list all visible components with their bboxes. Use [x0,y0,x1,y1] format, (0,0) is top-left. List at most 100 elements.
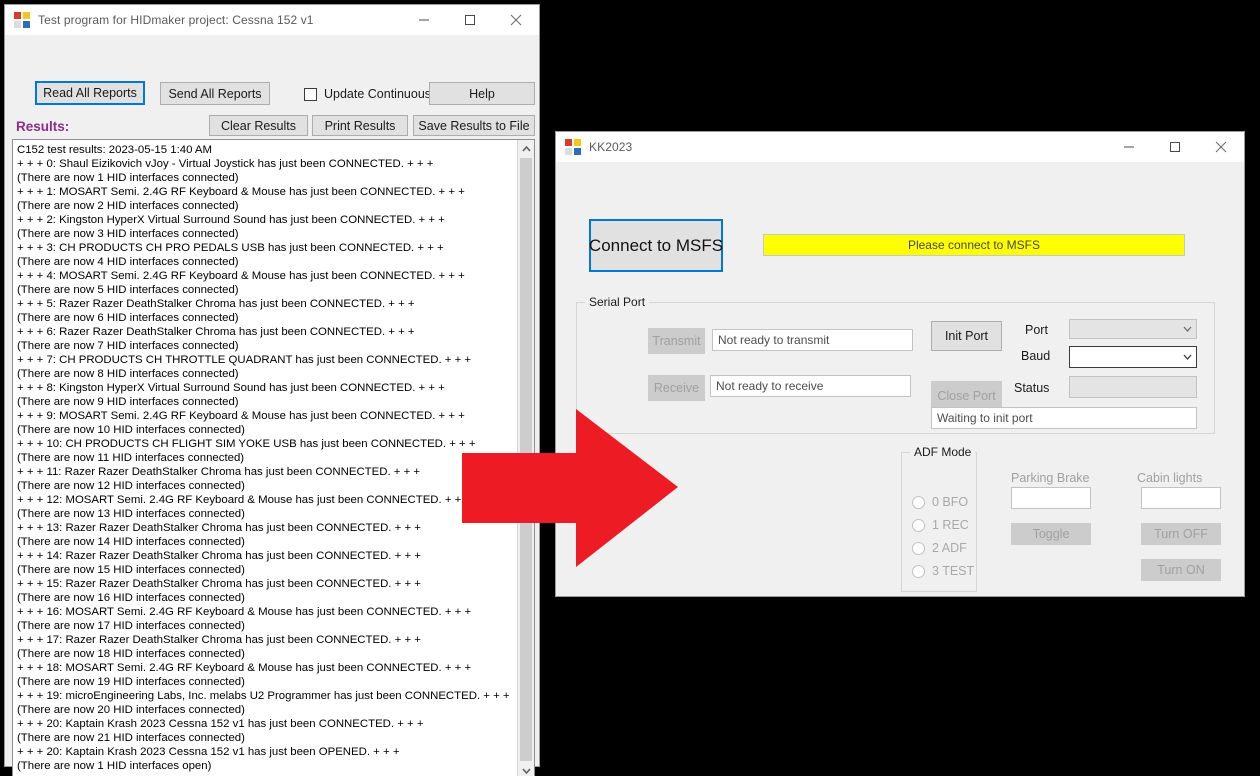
cabin-lights-turn-on-button[interactable]: Turn ON [1141,559,1221,581]
parking-brake-toggle-button[interactable]: Toggle [1011,523,1091,545]
hidmaker-window: Test program for HIDmaker project: Cessn… [4,4,540,776]
minimize-icon[interactable] [401,5,447,35]
chevron-down-icon [1178,354,1196,360]
results-line: (There are now 12 HID interfaces connect… [17,480,245,492]
red-right-arrow [462,409,678,567]
transmit-status-field[interactable]: Not ready to transmit [712,329,913,351]
results-line: (There are now 2 HID interfaces connecte… [17,200,239,212]
hidmaker-titlebar[interactable]: Test program for HIDmaker project: Cessn… [5,5,539,35]
results-line: + + + 2: Kingston HyperX Virtual Surroun… [17,214,445,226]
results-line: + + + 5: Razer Razer DeathStalker Chroma… [17,298,415,310]
results-line: + + + 13: Razer Razer DeathStalker Chrom… [17,522,421,534]
chevron-up-icon[interactable] [518,140,534,157]
send-all-reports-button[interactable]: Send All Reports [160,82,270,105]
port-label: Port [1025,323,1048,337]
results-line: + + + 15: Razer Razer DeathStalker Chrom… [17,578,421,590]
results-line: (There are now 14 HID interfaces connect… [17,536,245,548]
close-icon[interactable] [493,5,539,35]
results-line: (There are now 5 HID interfaces connecte… [17,284,239,296]
results-line: + + + 8: Kingston HyperX Virtual Surroun… [17,382,445,394]
results-line: + + + 9: MOSART Semi. 2.4G RF Keyboard &… [17,410,465,422]
results-line: (There are now 11 HID interfaces connect… [17,452,245,464]
results-line: + + + 7: CH PRODUCTS CH THROTTLE QUADRAN… [17,354,472,366]
results-line: (There are now 10 HID interfaces connect… [17,424,245,436]
results-line: C152 test results: 2023-05-15 1:40 AM [17,144,213,156]
maximize-icon[interactable] [447,5,493,35]
results-line: (There are now 4 HID interfaces connecte… [17,256,239,268]
port-select[interactable] [1069,319,1197,339]
cabin-lights-label: Cabin lights [1137,471,1203,485]
adf-mode-option-2-adf[interactable]: 2 ADF [912,541,967,555]
receive-button[interactable]: Receive [648,375,705,401]
status-label: Status [1014,381,1050,395]
results-line: (There are now 6 HID interfaces connecte… [17,312,239,324]
radio-dot [912,495,925,509]
adf-mode-group: ADF Mode 0 BFO 1 REC 2 ADF 3 TEST [901,445,977,592]
parking-brake-field [1011,487,1091,509]
help-button[interactable]: Help [429,82,535,105]
chevron-down-icon [1178,326,1196,332]
adf-mode-option-3-test[interactable]: 3 TEST [912,564,974,578]
results-line: + + + 6: Razer Razer DeathStalker Chroma… [17,326,415,338]
read-all-reports-button[interactable]: Read All Reports [35,81,145,105]
radio-dot [912,518,925,532]
results-line: (There are now 16 HID interfaces connect… [17,592,245,604]
cabin-lights-turn-off-button[interactable]: Turn OFF [1141,523,1221,545]
window-title: KK2023 [589,140,633,154]
window-title: Test program for HIDmaker project: Cessn… [38,13,314,27]
results-line: + + + 10: CH PRODUCTS CH FLIGHT SIM YOKE… [17,438,476,450]
results-line: + + + 0: Shaul Eizikovich vJoy - Virtual… [17,158,434,170]
adf-mode-option-label: 2 ADF [932,541,967,555]
results-line: + + + 20: Kaptain Krash 2023 Cessna 152 … [17,746,400,758]
results-line: + + + 4: MOSART Semi. 2.4G RF Keyboard &… [17,270,465,282]
print-results-button[interactable]: Print Results [312,115,408,136]
checkbox-box [304,87,317,101]
results-line: + + + 14: Razer Razer DeathStalker Chrom… [17,550,421,562]
results-line: + + + 16: MOSART Semi. 2.4G RF Keyboard … [17,606,472,618]
serial-port-group-title: Serial Port [585,295,650,309]
results-line: + + + 12: MOSART Semi. 2.4G RF Keyboard … [17,494,472,506]
maximize-icon[interactable] [1152,132,1198,162]
transmit-button[interactable]: Transmit [648,328,705,354]
adf-mode-group-title: ADF Mode [910,445,976,459]
adf-mode-option-label: 0 BFO [932,495,969,509]
close-icon[interactable] [1198,132,1244,162]
results-line: + + + 18: MOSART Semi. 2.4G RF Keyboard … [17,662,472,674]
connect-to-msfs-button[interactable]: Connect to MSFS [589,219,723,272]
results-line: (There are now 21 HID interfaces connect… [17,732,245,744]
results-line: + + + 1: MOSART Semi. 2.4G RF Keyboard &… [17,186,465,198]
radio-dot [912,541,925,555]
results-line: + + + 3: CH PRODUCTS CH PRO PEDALS USB h… [17,242,444,254]
results-line: (There are now 19 HID interfaces connect… [17,676,245,688]
results-line: (There are now 1 HID interfaces open) [17,760,212,772]
results-textarea[interactable]: C152 test results: 2023-05-15 1:40 AM + +… [12,139,535,776]
results-line: + + + 17: Razer Razer DeathStalker Chrom… [17,634,421,646]
results-line: (There are now 17 HID interfaces connect… [17,620,245,632]
results-line: (There are now 3 HID interfaces connecte… [17,228,239,240]
baud-label: Baud [1021,349,1051,363]
adf-mode-option-0-bfo[interactable]: 0 BFO [912,495,968,509]
chevron-down-icon[interactable] [518,762,534,776]
results-line: + + + 19: microEngineering Labs, Inc. me… [17,690,510,702]
results-line: (There are now 20 HID interfaces connect… [17,704,245,716]
init-port-button[interactable]: Init Port [931,321,1002,351]
adf-mode-option-label: 3 TEST [932,564,975,578]
adf-mode-option-label: 1 REC [932,518,969,532]
minimize-icon[interactable] [1106,132,1152,162]
results-label: Results: [16,119,70,134]
update-continuously-checkbox[interactable]: Update Continuously [304,87,440,101]
receive-status-field[interactable]: Not ready to receive [710,375,911,397]
kk2023-titlebar[interactable]: KK2023 [556,132,1244,162]
cabin-lights-field [1141,487,1221,509]
results-line: + + + 20: Kaptain Krash 2023 Cessna 152 … [17,718,424,730]
baud-select[interactable] [1069,346,1197,368]
clear-results-button[interactable]: Clear Results [209,115,308,136]
results-line: (There are now 18 HID interfaces connect… [17,648,245,660]
results-line: (There are now 1 HID interfaces connecte… [17,172,239,184]
hidmaker-client: Read All Reports Send All Reports Update… [5,35,539,776]
titlebar-buttons [401,5,539,35]
results-text: C152 test results: 2023-05-15 1:40 AM + +… [17,143,516,776]
results-line: (There are now 13 HID interfaces connect… [17,508,245,520]
save-results-to-file-button[interactable]: Save Results to File [413,115,535,136]
adf-mode-option-1-rec[interactable]: 1 REC [912,518,969,532]
